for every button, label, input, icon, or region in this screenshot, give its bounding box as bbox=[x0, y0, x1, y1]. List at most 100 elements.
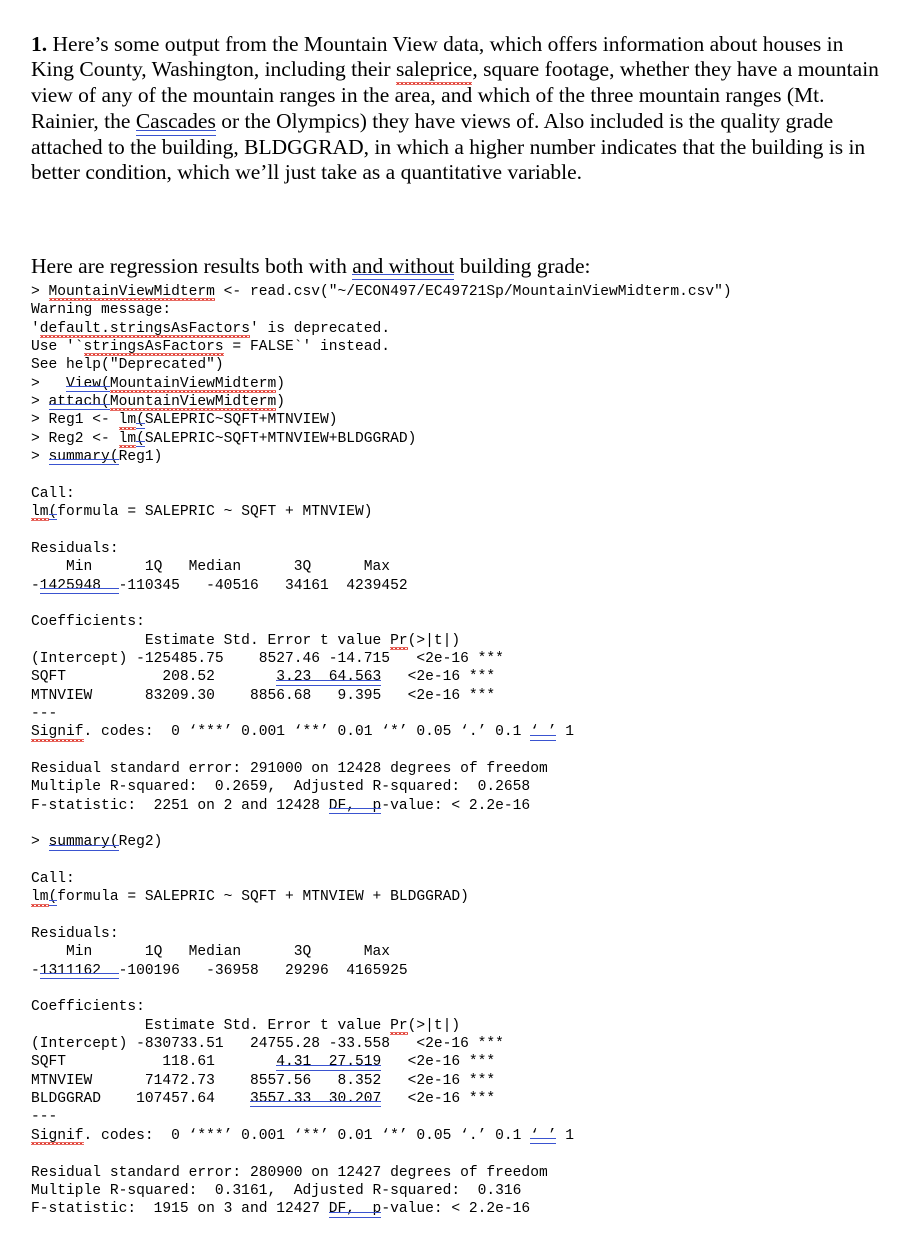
console-line: Residual standard error: 280900 on 12427… bbox=[31, 1164, 861, 1182]
console-text: ) bbox=[276, 375, 285, 392]
console-text: -value: < 2.2e-16 bbox=[381, 797, 539, 814]
console-line: Use '`stringsAsFactors = FALSE`' instead… bbox=[31, 338, 861, 357]
console-line: MTNVIEW 71472.73 8557.56 8.352 <2e-16 **… bbox=[31, 1072, 861, 1090]
console-text: SALEPRIC~SQFT+MTNVIEW+BLDGGRAD) bbox=[144, 430, 417, 447]
spellcheck-marked-text: lm bbox=[118, 430, 137, 449]
console-text: Estimate Std. Error t value bbox=[31, 632, 391, 649]
console-text: Warning message: bbox=[31, 302, 172, 319]
console-text: ) bbox=[276, 394, 285, 411]
console-text: MTNVIEW 71472.73 8557.56 8.352 <2e-16 **… bbox=[31, 1072, 496, 1089]
grammar-marked-text: summary( bbox=[48, 834, 119, 851]
console-line: > View(MountainViewMidterm) bbox=[31, 375, 861, 394]
console-line: > summary(Reg2) bbox=[31, 833, 861, 851]
lead-in-text-part-2: building grade: bbox=[454, 253, 591, 278]
lead-in-text-part-1: Here are regression results both with bbox=[31, 253, 353, 278]
console-line: --- bbox=[31, 705, 861, 723]
console-line: > summary(Reg1) bbox=[31, 448, 861, 466]
spellcheck-marked-text: default.stringsAsFactors bbox=[39, 320, 251, 339]
console-line: Coefficients: bbox=[31, 998, 861, 1016]
console-line: > MountainViewMidterm <- read.csv("~/ECO… bbox=[31, 283, 861, 302]
console-text: > bbox=[31, 834, 49, 851]
console-text: Residual standard error: 291000 on 12428… bbox=[31, 760, 548, 777]
console-line: Signif. codes: 0 ‘***’ 0.001 ‘**’ 0.01 ‘… bbox=[31, 1127, 861, 1146]
console-text: Call: bbox=[31, 485, 75, 502]
spellcheck-marked-text: Signif bbox=[31, 724, 84, 742]
grammar-marked-text: View( bbox=[66, 375, 110, 393]
console-text: SALEPRIC~SQFT+MTNVIEW) bbox=[144, 412, 338, 429]
console-text: BLDGGRAD 107457.64 bbox=[31, 1091, 250, 1108]
spellcheck-marked-text: lm bbox=[31, 889, 49, 908]
console-text: (>|t|) bbox=[407, 1017, 496, 1034]
console-text: SQFT 208.52 bbox=[31, 669, 277, 686]
console-text: <2e-16 *** bbox=[381, 1091, 496, 1108]
console-line: > attach(MountainViewMidterm) bbox=[31, 393, 861, 412]
console-line: SQFT 208.52 3.23 64.563 <2e-16 *** bbox=[31, 668, 861, 686]
console-line: Min 1Q Median 3Q Max bbox=[31, 943, 861, 961]
console-text: 1 bbox=[556, 1127, 574, 1144]
console-line: lm(formula = SALEPRIC ~ SQFT + MTNVIEW +… bbox=[31, 888, 861, 908]
console-line: MTNVIEW 83209.30 8856.68 9.395 <2e-16 **… bbox=[31, 687, 861, 705]
document-page: 1. Here’s some output from the Mountain … bbox=[0, 0, 900, 1234]
console-line: Estimate Std. Error t value Pr(>|t|) bbox=[31, 632, 861, 651]
console-line: F-statistic: 2251 on 2 and 12428 DF, p-v… bbox=[31, 797, 861, 815]
console-line: lm(formula = SALEPRIC ~ SQFT + MTNVIEW) bbox=[31, 503, 861, 522]
grammar-marked-text: 3.23 64.563 bbox=[276, 669, 382, 686]
console-line: > Reg2 <- lm(SALEPRIC~SQFT+MTNVIEW+BLDGG… bbox=[31, 430, 861, 449]
console-text: Multiple R-squared: 0.2659, Adjusted R-s… bbox=[31, 779, 539, 796]
console-text: > bbox=[31, 375, 67, 392]
console-text: (Intercept) -125485.75 8527.46 -14.715 <… bbox=[31, 650, 504, 667]
console-text: Residual standard error: 280900 on 12427… bbox=[31, 1164, 548, 1181]
console-text: MTNVIEW 83209.30 8856.68 9.395 <2e-16 **… bbox=[31, 687, 496, 704]
console-text: > bbox=[31, 449, 49, 466]
console-text: F-statistic: 1915 on 3 and 12427 bbox=[31, 1201, 329, 1218]
console-line: (Intercept) -125485.75 8527.46 -14.715 <… bbox=[31, 650, 861, 668]
console-line: -1425948 -110345 -40516 34161 4239452 bbox=[31, 577, 861, 595]
console-line: SQFT 118.61 4.31 27.519 <2e-16 *** bbox=[31, 1053, 861, 1072]
console-text: > Reg1 <- bbox=[31, 412, 119, 429]
intro-paragraph: 1. Here’s some output from the Mountain … bbox=[31, 32, 883, 187]
console-line: Residuals: bbox=[31, 925, 861, 943]
grammar-marked-text: attach( bbox=[48, 394, 111, 411]
console-text: Estimate Std. Error t value bbox=[31, 1017, 391, 1034]
console-text: Min 1Q Median 3Q Max bbox=[31, 559, 399, 576]
console-text: --- bbox=[31, 1109, 58, 1126]
console-text: Use '` bbox=[31, 339, 84, 356]
grammar-marked-text: DF, p bbox=[328, 797, 382, 815]
console-text: ' bbox=[31, 320, 40, 337]
grammar-marked-text: ‘ ’ bbox=[530, 1127, 557, 1145]
console-text: formula = SALEPRIC ~ SQFT + MTNVIEW) bbox=[57, 504, 373, 521]
spellcheck-marked-text: MountainViewMidterm bbox=[109, 375, 277, 394]
console-text: --- bbox=[31, 705, 58, 722]
console-line: 'default.stringsAsFactors' is deprecated… bbox=[31, 320, 861, 339]
console-text: SQFT 118.61 bbox=[31, 1054, 277, 1071]
console-text: -110345 -40516 34161 4239452 bbox=[118, 577, 417, 594]
console-line: Call: bbox=[31, 485, 861, 503]
console-text: > bbox=[31, 284, 49, 300]
console-text: Residuals: bbox=[31, 540, 119, 557]
console-text: Call: bbox=[31, 871, 75, 887]
console-text: = FALSE`' instead. bbox=[223, 339, 391, 356]
console-line: Warning message: bbox=[31, 301, 861, 319]
console-line: --- bbox=[31, 1108, 861, 1126]
console-text: F-statistic: 2251 on 2 and 12428 bbox=[31, 797, 329, 814]
console-text: - bbox=[31, 577, 40, 594]
spellcheck-marked-text: Pr bbox=[390, 1017, 408, 1036]
grammar-marked-text: summary( bbox=[48, 449, 119, 466]
console-text: See help("Deprecated") bbox=[31, 357, 224, 374]
console-text: . codes: 0 ‘***’ 0.001 ‘**’ 0.01 ‘*’ 0.0… bbox=[83, 1127, 531, 1144]
console-text: Min 1Q Median 3Q Max bbox=[31, 944, 399, 961]
spellcheck-marked-text: lm bbox=[31, 504, 49, 522]
console-text: 1 bbox=[556, 724, 574, 741]
grammar-flag-and-without: and without bbox=[352, 253, 455, 281]
console-text: Coefficients: bbox=[31, 999, 145, 1016]
grammar-marked-text: ( bbox=[48, 504, 58, 521]
r-console-output: > MountainViewMidterm <- read.csv("~/ECO… bbox=[31, 283, 861, 1219]
console-line: Min 1Q Median 3Q Max bbox=[31, 558, 861, 576]
grammar-marked-text: ( bbox=[136, 430, 145, 448]
console-line: Signif. codes: 0 ‘***’ 0.001 ‘**’ 0.01 ‘… bbox=[31, 723, 861, 742]
